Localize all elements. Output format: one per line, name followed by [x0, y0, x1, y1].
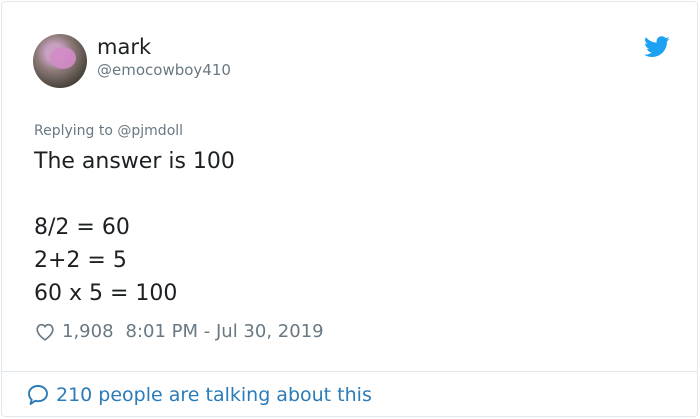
like-count[interactable]: 1,908 [62, 320, 114, 344]
divider [2, 371, 697, 372]
tweet-card[interactable]: mark @emocowboy410 Replying to @pjmdoll … [1, 1, 698, 417]
tweet-meta: 1,908 8:01 PM - Jul 30, 2019 [34, 320, 324, 344]
speech-bubble-icon [28, 385, 48, 405]
tweet-line: The answer is 100 [34, 149, 235, 174]
avatar-image [50, 47, 76, 69]
avatar[interactable] [33, 34, 87, 88]
replying-prefix: Replying to [34, 123, 118, 139]
tweet-line: 8/2 = 60 [34, 215, 130, 240]
user-handle[interactable]: @emocowboy410 [97, 60, 231, 80]
talking-about-link[interactable]: 210 people are talking about this [26, 382, 372, 408]
tweet-text: The answer is 100 8/2 = 60 2+2 = 5 60 x … [34, 145, 235, 310]
twitter-bird-icon[interactable] [644, 36, 670, 58]
tweet-line [34, 178, 235, 211]
replying-to: Replying to @pjmdoll [34, 121, 183, 141]
tweet-line: 60 x 5 = 100 [34, 281, 178, 306]
reply-mention-link[interactable]: @pjmdoll [117, 123, 183, 139]
user-name[interactable]: mark [97, 34, 151, 60]
talking-about-text[interactable]: 210 people are talking about this [56, 382, 372, 408]
heart-icon[interactable] [34, 321, 56, 343]
tweet-line: 2+2 = 5 [34, 248, 127, 273]
timestamp[interactable]: 8:01 PM - Jul 30, 2019 [126, 320, 324, 344]
